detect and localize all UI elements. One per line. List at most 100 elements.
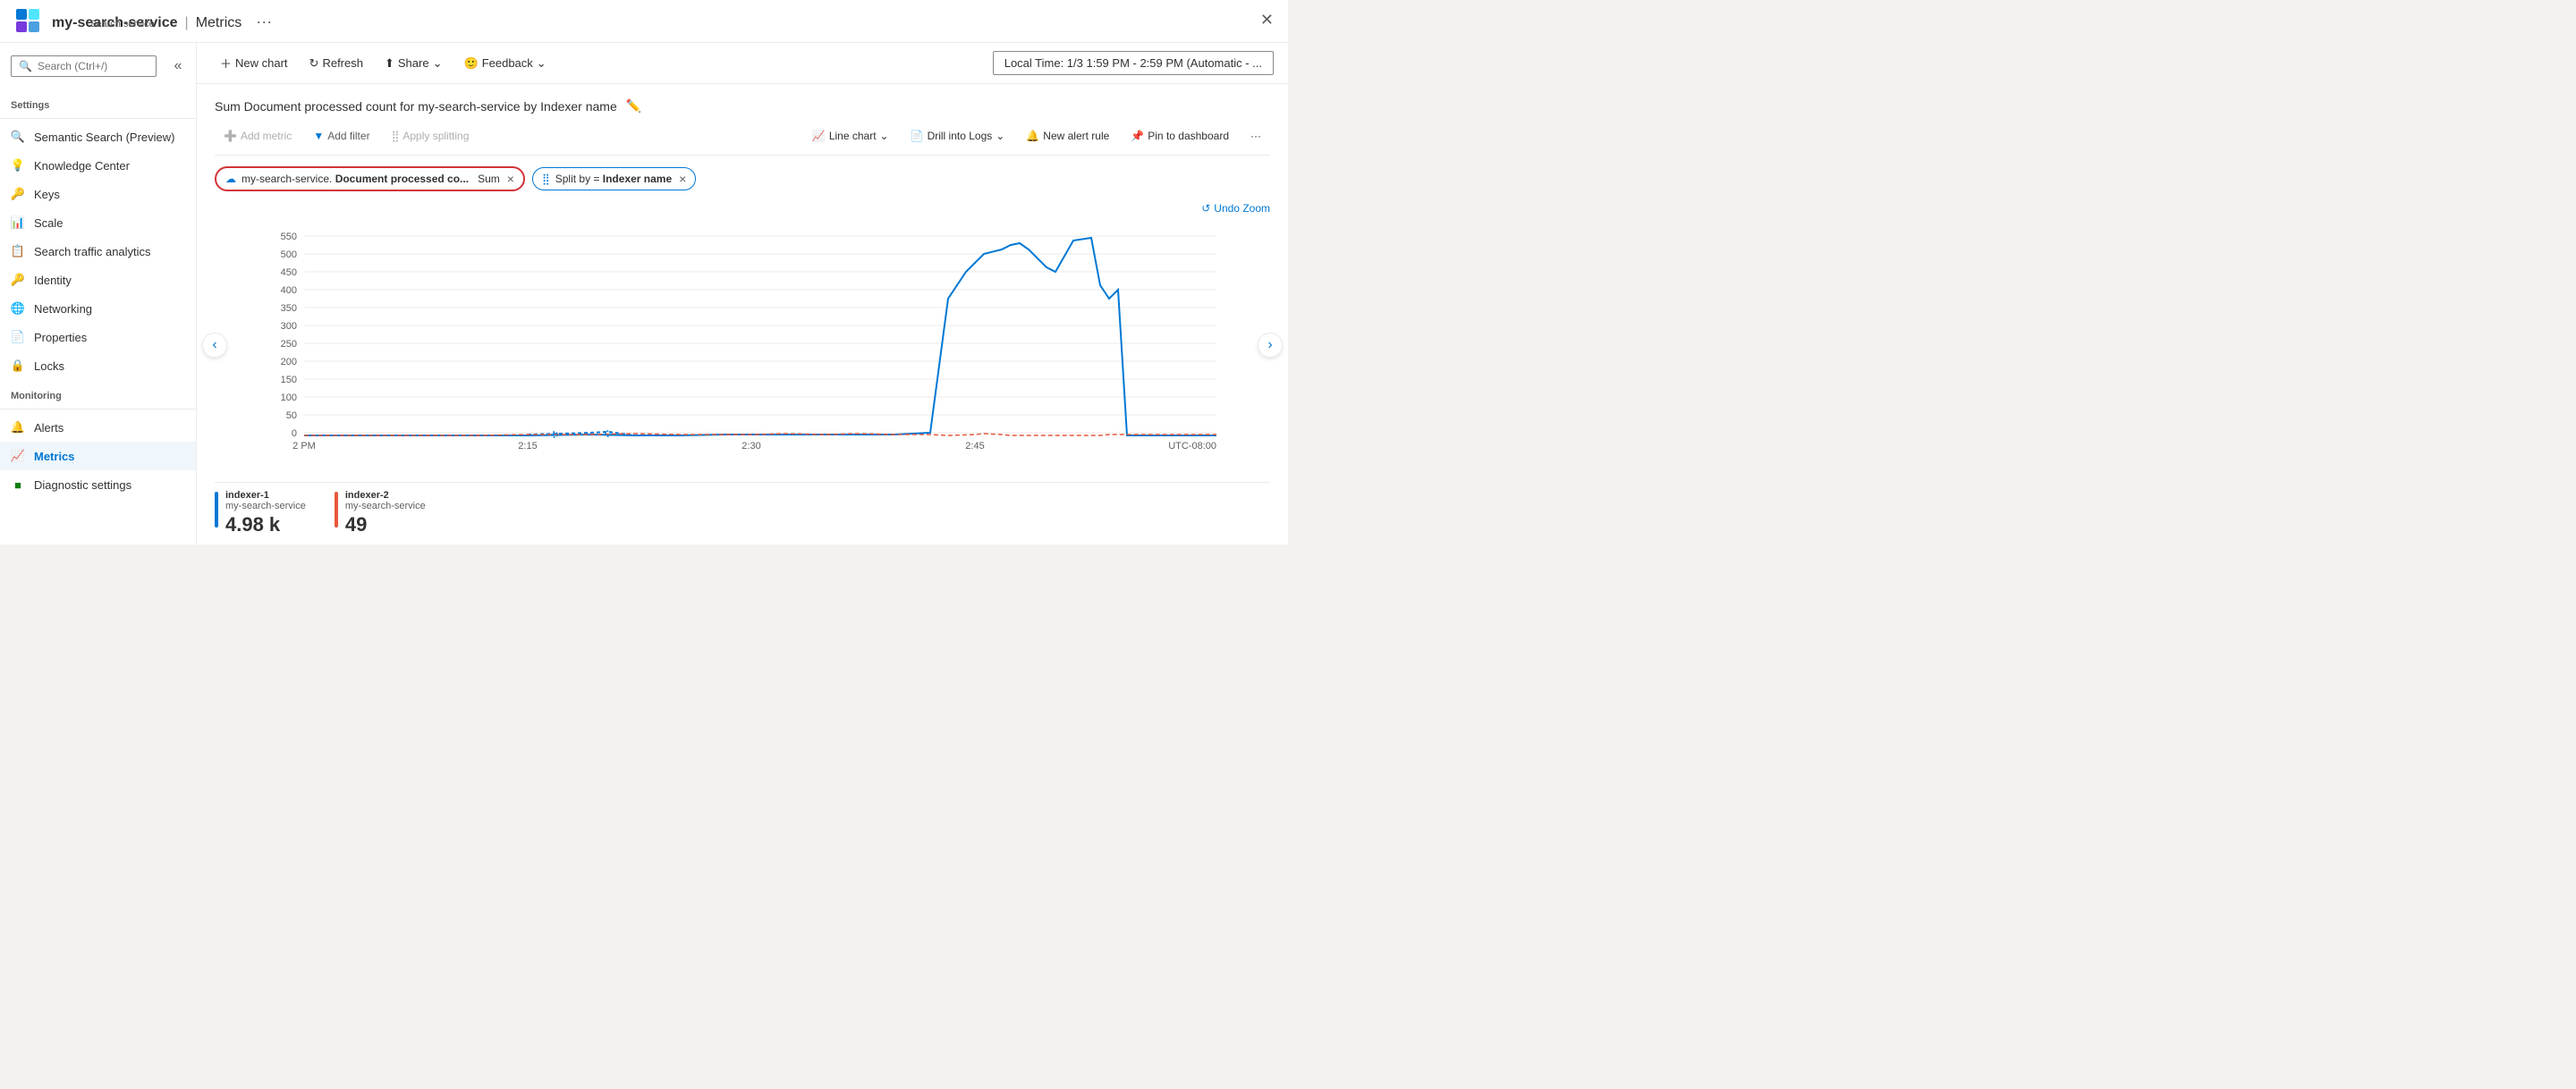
- share-icon: ⬆: [385, 56, 394, 71]
- svg-text:200: 200: [281, 357, 297, 367]
- feedback-icon: 🙂: [464, 56, 479, 71]
- search-input[interactable]: [38, 60, 148, 72]
- sidebar-label-locks: Locks: [34, 359, 64, 373]
- metric-toolbar: ➕ Add metric ▼ Add filter ⣿ Apply splitt…: [215, 126, 1270, 156]
- refresh-button[interactable]: ↻ Refresh: [301, 52, 372, 75]
- keys-icon: 🔑: [11, 187, 25, 201]
- metric-pill-agg: Sum: [478, 173, 500, 185]
- close-button[interactable]: ✕: [1260, 11, 1274, 30]
- pin-icon: 📌: [1131, 130, 1144, 142]
- svg-text:400: 400: [281, 285, 297, 296]
- svg-text:250: 250: [281, 339, 297, 350]
- refresh-icon: ↻: [309, 56, 319, 71]
- refresh-label: Refresh: [322, 56, 363, 70]
- chart-title: Sum Document processed count for my-sear…: [215, 99, 617, 114]
- apply-splitting-label: Apply splitting: [402, 130, 469, 142]
- sidebar-search[interactable]: 🔍: [11, 55, 157, 77]
- sidebar-item-knowledge-center[interactable]: 💡 Knowledge Center: [0, 151, 196, 180]
- sidebar-item-networking[interactable]: 🌐 Networking: [0, 294, 196, 323]
- cloud-icon: ☁: [225, 173, 236, 185]
- more-options-button[interactable]: ···: [1241, 126, 1270, 146]
- properties-icon: 📄: [11, 330, 25, 344]
- share-chevron-icon: ⌄: [433, 56, 443, 71]
- new-chart-button[interactable]: ＋ New chart: [211, 50, 297, 76]
- undo-zoom-button[interactable]: ↺ Undo Zoom: [1201, 202, 1270, 215]
- svg-text:100: 100: [281, 393, 297, 403]
- main-layout: 🔍 « Settings 🔍 Semantic Search (Preview)…: [0, 43, 1288, 544]
- sidebar-label-search-traffic: Search traffic analytics: [34, 245, 151, 258]
- drill-logs-chevron-icon: ⌄: [996, 130, 1004, 142]
- add-metric-label: Add metric: [241, 130, 292, 142]
- search-icon: 🔍: [19, 60, 32, 72]
- sidebar-item-diagnostic[interactable]: ■ Diagnostic settings: [0, 470, 196, 499]
- top-header: my-search-service | Metrics ··· Search s…: [0, 0, 1288, 43]
- sidebar-item-scale[interactable]: 📊 Scale: [0, 208, 196, 237]
- svg-text:2:30: 2:30: [741, 441, 760, 452]
- sidebar-item-search-traffic[interactable]: 📋 Search traffic analytics: [0, 237, 196, 266]
- pin-dashboard-button[interactable]: 📌 Pin to dashboard: [1122, 126, 1238, 146]
- drill-logs-button[interactable]: 📄 Drill into Logs ⌄: [902, 126, 1014, 146]
- monitoring-section-label: Monitoring: [0, 380, 196, 405]
- add-filter-button[interactable]: ▼ Add filter: [304, 126, 378, 146]
- time-range-label: Local Time: 1/3 1:59 PM - 2:59 PM (Autom…: [1004, 56, 1262, 70]
- sidebar-item-keys[interactable]: 🔑 Keys: [0, 180, 196, 208]
- svg-text:2:15: 2:15: [518, 441, 537, 452]
- chart-legend: indexer-1 my-search-service 4.98 k index…: [215, 482, 1270, 536]
- sidebar-label-scale: Scale: [34, 216, 64, 230]
- knowledge-center-icon: 💡: [11, 158, 25, 173]
- sidebar-item-semantic-search[interactable]: 🔍 Semantic Search (Preview): [0, 122, 196, 151]
- metric-pill-label: my-search-service. Document processed co…: [242, 173, 469, 185]
- sidebar-item-locks[interactable]: 🔒 Locks: [0, 351, 196, 380]
- legend-sub-indexer2: my-search-service: [345, 501, 426, 511]
- line-chart-label: Line chart: [829, 130, 877, 142]
- svg-text:550: 550: [281, 232, 297, 242]
- svg-text:UTC-08:00: UTC-08:00: [1168, 441, 1216, 452]
- metrics-icon: 📈: [11, 449, 25, 463]
- time-range-button[interactable]: Local Time: 1/3 1:59 PM - 2:59 PM (Autom…: [993, 51, 1274, 75]
- add-metric-button[interactable]: ➕ Add metric: [215, 126, 301, 146]
- drill-logs-icon: 📄: [911, 130, 924, 142]
- subtitle: Search service: [89, 19, 272, 30]
- feedback-button[interactable]: 🙂 Feedback ⌄: [455, 52, 555, 75]
- chart-nav-left[interactable]: ‹: [202, 333, 227, 358]
- metric-pill-close[interactable]: ×: [507, 172, 514, 186]
- svg-text:2 PM: 2 PM: [292, 441, 316, 452]
- line-chart-chevron-icon: ⌄: [880, 130, 889, 142]
- legend-value-indexer2: 49: [345, 513, 426, 536]
- split-pill-close[interactable]: ×: [679, 172, 686, 186]
- sidebar-label-identity: Identity: [34, 274, 72, 287]
- split-icon: ⣿: [392, 130, 400, 142]
- line-chart-button[interactable]: 📈 Line chart ⌄: [803, 126, 898, 146]
- identity-icon: 🔑: [11, 273, 25, 287]
- sidebar-label-alerts: Alerts: [34, 421, 64, 435]
- feedback-chevron-icon: ⌄: [537, 56, 547, 71]
- locks-icon: 🔒: [11, 359, 25, 373]
- chart-svg-container: ‹ 550 500: [215, 218, 1270, 471]
- legend-item-indexer1: indexer-1 my-search-service 4.98 k: [215, 490, 306, 536]
- sidebar-item-identity[interactable]: 🔑 Identity: [0, 266, 196, 294]
- undo-zoom-container: ↺ Undo Zoom: [215, 202, 1270, 215]
- new-alert-button[interactable]: 🔔 New alert rule: [1017, 126, 1118, 146]
- apply-splitting-button[interactable]: ⣿ Apply splitting: [383, 126, 479, 146]
- sidebar-item-properties[interactable]: 📄 Properties: [0, 323, 196, 351]
- share-button[interactable]: ⬆ Share ⌄: [376, 52, 452, 75]
- sidebar-item-alerts[interactable]: 🔔 Alerts: [0, 413, 196, 442]
- alerts-icon: 🔔: [11, 420, 25, 435]
- settings-section-label: Settings: [0, 89, 196, 114]
- chart-svg: 550 500 450 400 350 300 250 200 150 100 …: [215, 218, 1270, 469]
- chart-nav-right[interactable]: ›: [1258, 333, 1283, 358]
- svg-text:500: 500: [281, 249, 297, 260]
- collapse-sidebar-button[interactable]: «: [167, 55, 189, 77]
- add-filter-label: Add filter: [327, 130, 369, 142]
- edit-title-icon[interactable]: ✏️: [626, 98, 641, 114]
- plus-icon: ＋: [220, 55, 232, 72]
- sidebar-item-metrics[interactable]: 📈 Metrics: [0, 442, 196, 470]
- undo-zoom-icon: ↺: [1201, 202, 1210, 215]
- metric-tag-pill: ☁ my-search-service. Document processed …: [215, 166, 525, 191]
- sidebar-label-diagnostic: Diagnostic settings: [34, 478, 131, 492]
- sidebar-label-metrics: Metrics: [34, 450, 75, 463]
- sidebar-label-knowledge-center: Knowledge Center: [34, 159, 130, 173]
- undo-zoom-label: Undo Zoom: [1214, 202, 1270, 215]
- svg-text:150: 150: [281, 375, 297, 385]
- sidebar-label-semantic-search: Semantic Search (Preview): [34, 131, 175, 144]
